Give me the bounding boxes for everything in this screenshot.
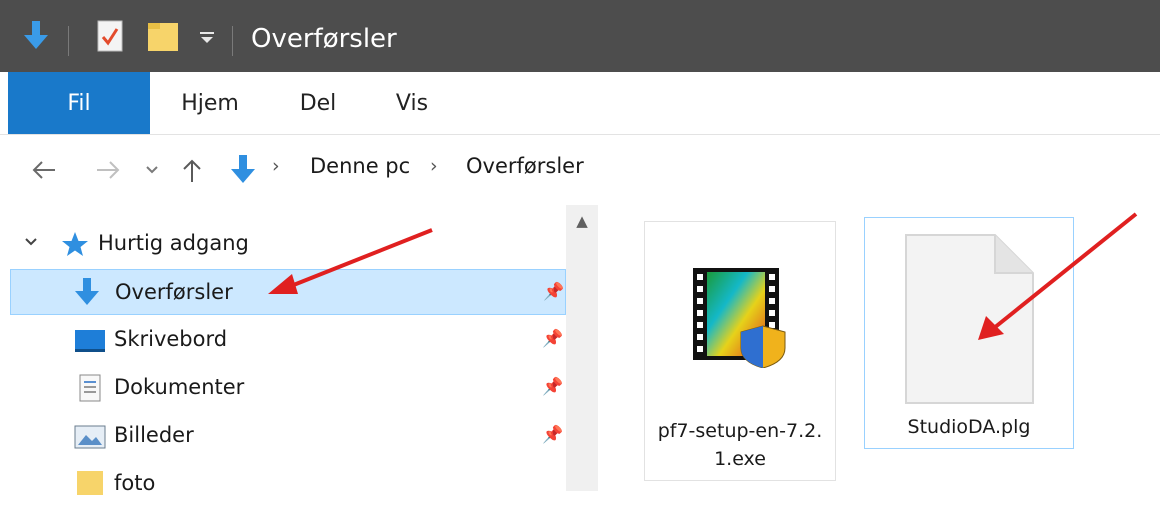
title-bar: Overførsler: [0, 0, 1160, 72]
forward-button[interactable]: [88, 135, 128, 205]
scroll-up-button[interactable]: ▲: [566, 205, 598, 237]
file-name: StudioDA.plg: [907, 416, 1031, 438]
pin-star-icon: [62, 232, 88, 256]
back-arrow-icon: [32, 161, 55, 179]
ribbon: Fil Hjem Del Vis: [0, 72, 1160, 135]
file-item-studioda[interactable]: StudioDA.plg: [864, 217, 1074, 449]
download-arrow-icon[interactable]: [22, 0, 50, 72]
up-button[interactable]: [172, 135, 212, 205]
tab-hjem[interactable]: Hjem: [162, 72, 258, 134]
folder-icon: [77, 471, 103, 495]
chevron-down-icon: [146, 166, 158, 174]
customize-toolbar-icon[interactable]: [198, 0, 216, 72]
nav-item-label: Overførsler: [115, 280, 233, 304]
titlebar-separator: [68, 26, 69, 56]
installer-film-icon: [693, 268, 786, 368]
pin-icon[interactable]: 📌: [543, 282, 564, 302]
nav-item-label: Dokumenter: [114, 375, 245, 399]
tab-vis[interactable]: Vis: [380, 72, 444, 134]
breadcrumb-overforsler[interactable]: Overførsler: [466, 154, 584, 178]
nav-item-dokumenter[interactable]: Dokumenter 📌: [10, 365, 566, 411]
expand-chevron-icon[interactable]: [24, 237, 38, 247]
download-arrow-icon: [75, 278, 99, 305]
breadcrumb-denne-pc[interactable]: Denne pc: [310, 154, 410, 178]
navigation-pane: Hurtig adgang Overførsler 📌 Skrivebord 📌…: [0, 205, 566, 495]
nav-item-billeder[interactable]: Billeder 📌: [10, 413, 566, 459]
nav-item-overforsler[interactable]: Overførsler 📌: [10, 269, 566, 315]
file-list: pf7-setup-en-7.2. 1.exe StudioDA.plg: [598, 205, 1160, 491]
file-name-line: pf7-setup-en-7.2.: [657, 420, 823, 442]
tab-del[interactable]: Del: [282, 72, 354, 134]
properties-icon[interactable]: [96, 0, 124, 72]
new-folder-icon[interactable]: [146, 0, 182, 72]
pin-icon[interactable]: 📌: [542, 425, 563, 445]
up-arrow-icon: [183, 159, 201, 182]
blank-file-icon: [905, 234, 1034, 404]
nav-item-label: Hurtig adgang: [98, 231, 249, 255]
nav-item-skrivebord[interactable]: Skrivebord 📌: [10, 317, 566, 363]
breadcrumb-separator-icon: ›: [272, 155, 280, 177]
back-button[interactable]: [24, 135, 64, 205]
documents-icon: [79, 374, 101, 402]
recent-locations-button[interactable]: [138, 135, 166, 205]
file-item-pf7-setup[interactable]: pf7-setup-en-7.2. 1.exe: [644, 221, 836, 481]
breadcrumb-separator-icon: ›: [430, 155, 438, 177]
nav-item-label: Skrivebord: [114, 327, 228, 351]
nav-item-label: Billeder: [114, 423, 194, 447]
pictures-icon: [74, 425, 106, 449]
location-download-icon: [224, 135, 262, 205]
window-title: Overførsler: [251, 24, 397, 54]
pin-icon[interactable]: 📌: [542, 329, 563, 349]
file-name-line: 1.exe: [714, 448, 766, 470]
desktop-icon: [75, 330, 105, 352]
tab-fil[interactable]: Fil: [8, 72, 150, 134]
nav-item-label: foto: [114, 471, 156, 495]
titlebar-separator: [232, 26, 233, 56]
pin-icon[interactable]: 📌: [542, 377, 563, 397]
address-bar: › Denne pc › Overførsler: [0, 135, 1160, 206]
nav-scrollbar[interactable]: ▲: [566, 205, 598, 491]
nav-item-hurtig-adgang[interactable]: Hurtig adgang: [10, 221, 566, 267]
forward-arrow-icon: [97, 161, 120, 179]
nav-item-foto[interactable]: foto: [10, 461, 566, 507]
